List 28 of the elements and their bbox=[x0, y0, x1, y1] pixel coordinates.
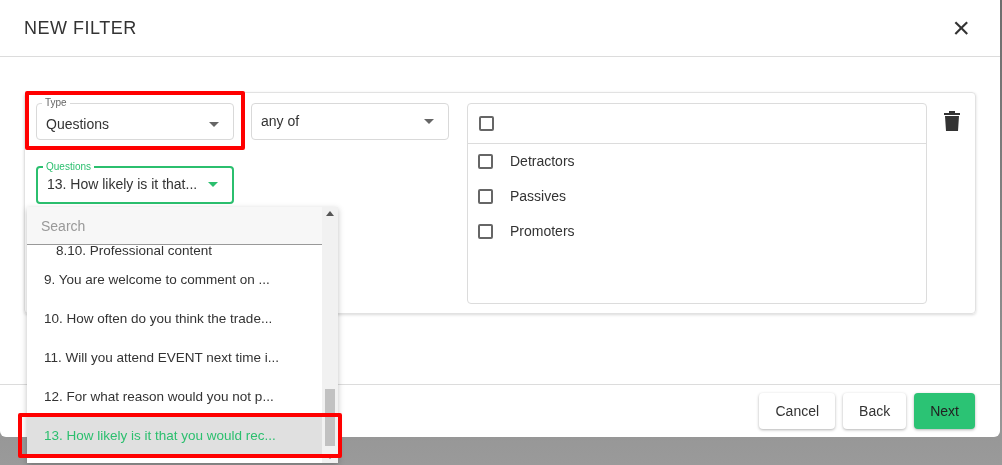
scrollbar[interactable] bbox=[322, 207, 338, 463]
checkbox[interactable] bbox=[478, 224, 493, 239]
option-label: Passives bbox=[510, 187, 567, 206]
dropdown-option[interactable]: 11. Will you attend EVENT next time i... bbox=[27, 339, 322, 378]
field-label: Questions bbox=[45, 160, 93, 174]
dropdown-option[interactable]: 10. How often do you think the trade... bbox=[27, 300, 322, 339]
caret-icon bbox=[424, 119, 434, 124]
caret-icon bbox=[208, 182, 218, 187]
option-label: Detractors bbox=[510, 152, 575, 171]
dropdown-option[interactable]: 9. You are welcome to comment on ... bbox=[27, 261, 322, 300]
checkbox[interactable] bbox=[478, 189, 493, 204]
trash-icon[interactable] bbox=[944, 111, 960, 131]
dropdown-option[interactable]: 12. For what reason would you not p... bbox=[27, 378, 322, 417]
footer-button[interactable]: Cancel bbox=[759, 393, 836, 429]
dropdown-option[interactable]: 8.10. Professional content bbox=[27, 245, 322, 261]
checkbox[interactable] bbox=[478, 154, 493, 169]
select-all-checkbox[interactable] bbox=[479, 116, 494, 131]
next-button[interactable]: Next bbox=[914, 393, 975, 429]
select-field[interactable]: Questions 13. How likely is it that... bbox=[36, 160, 234, 204]
close-button[interactable]: × bbox=[946, 13, 976, 43]
caret-icon bbox=[209, 121, 219, 127]
dialog-title: NEW FILTER bbox=[24, 16, 137, 40]
footer-button[interactable]: Back bbox=[843, 393, 907, 429]
field-label: Type bbox=[44, 96, 68, 110]
select-field[interactable]: Type Questions bbox=[36, 96, 234, 140]
option-label: Promoters bbox=[510, 222, 575, 241]
search-field[interactable]: Search bbox=[27, 207, 322, 245]
select-field[interactable]: any of bbox=[251, 103, 449, 140]
